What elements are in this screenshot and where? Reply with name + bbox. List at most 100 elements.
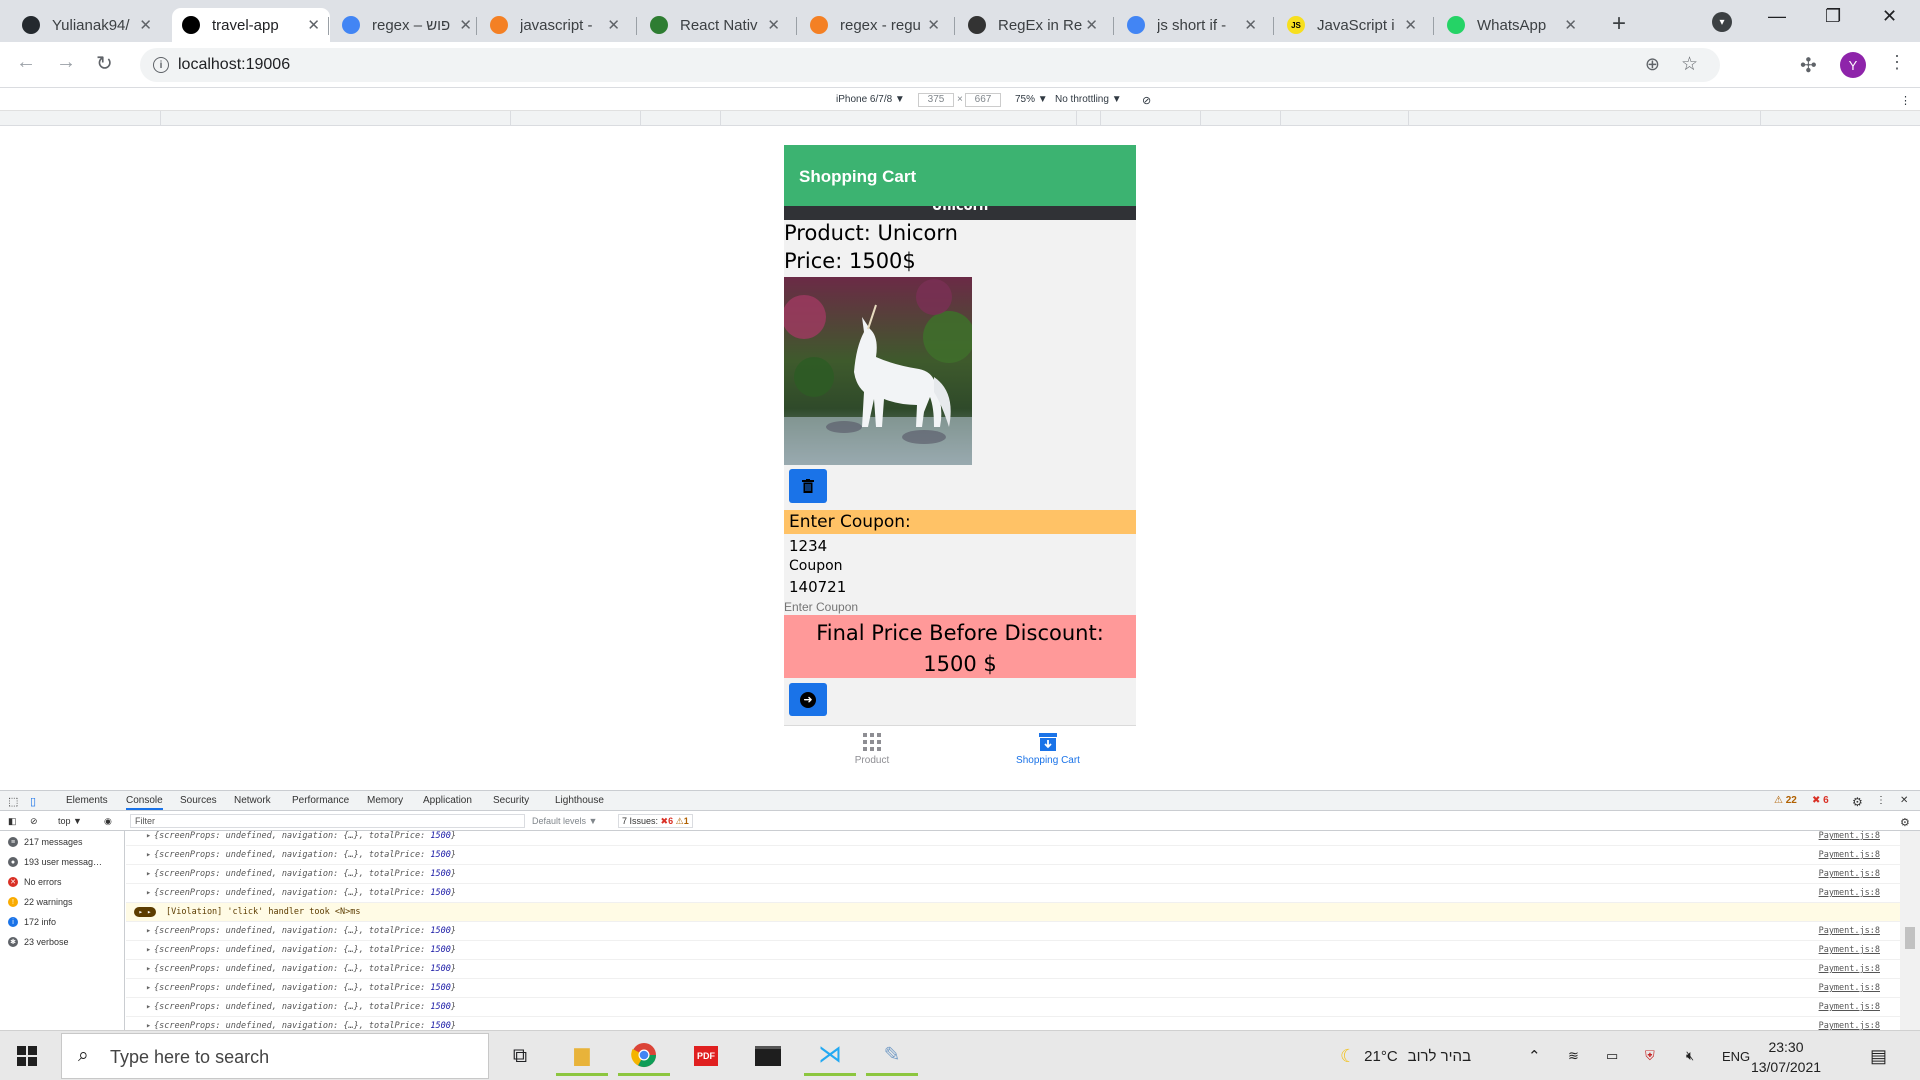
delete-item-button[interactable] <box>789 469 827 503</box>
console-log-row[interactable]: ▸ {screenProps: undefined, navigation: {…… <box>126 941 1900 960</box>
log-source-link[interactable]: Payment.js:8 <box>1819 941 1880 959</box>
console-scrollbar[interactable] <box>1900 831 1920 1031</box>
browser-tab[interactable]: regex - regu ✕ <box>800 8 950 42</box>
forward-arrow-icon[interactable]: → <box>56 51 76 74</box>
errors-badge[interactable]: ✖ 6 <box>1812 795 1829 806</box>
site-info-icon[interactable]: i <box>153 57 169 73</box>
terminal-icon[interactable] <box>742 1036 794 1076</box>
browser-menu-icon[interactable]: ⋮ <box>1888 52 1906 73</box>
warnings-badge[interactable]: ⚠ 22 <box>1774 795 1797 806</box>
console-log-row[interactable]: ▸ {screenProps: undefined, navigation: {…… <box>126 884 1900 903</box>
show-hidden-icons[interactable]: ⌃ <box>1528 1031 1541 1080</box>
close-tab-icon[interactable]: ✕ <box>607 16 620 34</box>
device-toolbar-menu-icon[interactable]: ⋮ <box>1900 94 1911 107</box>
notifications-icon[interactable]: ▤ <box>1870 1031 1887 1080</box>
bookmark-star-icon[interactable]: ☆ <box>1681 53 1698 76</box>
console-log-row[interactable]: ▸ {screenProps: undefined, navigation: {…… <box>126 922 1900 941</box>
console-sidebar-item[interactable]: ≡ 217 messages <box>8 835 83 849</box>
close-tab-icon[interactable]: ✕ <box>927 16 940 34</box>
browser-tab[interactable]: travel-app ✕ <box>172 8 330 42</box>
devtools-tab-console[interactable]: Console <box>126 795 163 810</box>
log-levels-select[interactable]: Default levels ▼ <box>532 816 597 826</box>
maximize-icon[interactable]: ❐ <box>1825 6 1841 27</box>
taskbar-search-box[interactable]: ⌕ Type here to search <box>61 1033 489 1079</box>
issues-button[interactable]: 7 Issues: ✖6 ⚠1 <box>618 814 693 828</box>
network-icon[interactable]: ≋ <box>1568 1031 1579 1080</box>
expand-triangle-icon[interactable]: ▸ <box>146 979 151 997</box>
sidebar-toggle-icon[interactable]: ◧ <box>8 816 17 827</box>
expand-triangle-icon[interactable]: ▸ <box>146 884 151 902</box>
browser-tab[interactable]: React Nativ ✕ <box>640 8 790 42</box>
browser-tab[interactable]: js short if - ✕ <box>1117 8 1267 42</box>
log-source-link[interactable]: Payment.js:8 <box>1819 831 1880 845</box>
close-tab-icon[interactable]: ✕ <box>139 16 152 34</box>
browser-tab[interactable]: RegEx in Re ✕ <box>958 8 1108 42</box>
device-select[interactable]: iPhone 6/7/8 ▼ <box>836 94 905 105</box>
devtools-tab-lighthouse[interactable]: Lighthouse <box>555 795 604 806</box>
console-log-row[interactable]: ▸ {screenProps: undefined, navigation: {…… <box>126 998 1900 1017</box>
back-arrow-icon[interactable]: ← <box>16 51 36 74</box>
close-tab-icon[interactable]: ✕ <box>1244 16 1257 34</box>
close-tab-icon[interactable]: ✕ <box>1404 16 1417 34</box>
file-explorer-icon[interactable]: ▆ <box>556 1036 608 1076</box>
minimize-icon[interactable]: — <box>1768 6 1786 27</box>
expand-triangle-icon[interactable]: ▸ <box>146 998 151 1016</box>
expand-triangle-icon[interactable]: ▸ <box>146 1017 151 1031</box>
devtools-close-icon[interactable]: ✕ <box>1900 795 1908 806</box>
log-source-link[interactable]: Payment.js:8 <box>1819 960 1880 978</box>
browser-tab[interactable]: regex – פוש ✕ <box>332 8 482 42</box>
log-source-link[interactable]: Payment.js:8 <box>1819 922 1880 940</box>
reload-icon[interactable]: ↻ <box>96 51 113 76</box>
close-tab-icon[interactable]: ✕ <box>1564 16 1577 34</box>
expand-triangle-icon[interactable]: ▸ <box>146 865 151 883</box>
expand-triangle-icon[interactable]: ▸ <box>146 960 151 978</box>
tab-search-button[interactable]: ▾ <box>1712 12 1732 32</box>
zoom-icon[interactable]: ⊕ <box>1645 54 1660 75</box>
log-source-link[interactable]: Payment.js:8 <box>1819 998 1880 1016</box>
console-log-row[interactable]: ▸ {screenProps: undefined, navigation: {…… <box>126 960 1900 979</box>
new-tab-button[interactable]: + <box>1612 10 1626 38</box>
console-log-row[interactable]: ▸ {screenProps: undefined, navigation: {…… <box>126 846 1900 865</box>
device-width-input[interactable]: 375 <box>918 93 954 107</box>
console-sidebar-item[interactable]: ● 193 user messag… <box>8 855 102 869</box>
address-bar[interactable]: i localhost:19006 ⊕ ☆ <box>140 48 1720 82</box>
console-settings-icon[interactable]: ⚙ <box>1900 816 1910 829</box>
console-violation-row[interactable]: ▸ ▸ [Violation] 'click' handler took <N>m… <box>126 903 1900 922</box>
pdf-app-icon[interactable]: PDF <box>680 1036 732 1076</box>
expand-triangle-icon[interactable]: ▸ <box>146 831 151 845</box>
devtools-settings-icon[interactable]: ⚙ <box>1852 795 1863 809</box>
console-log-row[interactable]: ▸ {screenProps: undefined, navigation: {…… <box>126 979 1900 998</box>
extensions-puzzle-icon[interactable]: ✣ <box>1800 53 1817 78</box>
context-select[interactable]: top ▼ <box>58 816 82 826</box>
device-height-input[interactable]: 667 <box>965 93 1001 107</box>
console-sidebar-item[interactable]: ! 22 warnings <box>8 895 73 909</box>
tab-shopping-cart[interactable]: Shopping Cart <box>960 726 1136 770</box>
devtools-tab-elements[interactable]: Elements <box>66 795 108 806</box>
inspect-element-icon[interactable]: ⬚ <box>8 795 18 808</box>
url-text[interactable]: localhost:19006 <box>178 56 290 74</box>
browser-tab[interactable]: JS JavaScript i ✕ <box>1277 8 1427 42</box>
system-clock[interactable]: 23:30 13/07/2021 <box>1746 1037 1826 1077</box>
tab-product[interactable]: Product <box>784 726 960 770</box>
throttling-select[interactable]: No throttling ▼ <box>1055 94 1122 105</box>
console-sidebar-item[interactable]: i 172 info <box>8 915 56 929</box>
console-sidebar-item[interactable]: ✕ No errors <box>8 875 62 889</box>
devtools-tab-sources[interactable]: Sources <box>180 795 217 806</box>
log-source-link[interactable]: Payment.js:8 <box>1819 979 1880 997</box>
expand-triangle-icon[interactable]: ▸ <box>146 922 151 940</box>
devtools-tab-performance[interactable]: Performance <box>292 795 349 806</box>
log-source-link[interactable]: Payment.js:8 <box>1819 865 1880 883</box>
battery-icon[interactable]: ▭ <box>1606 1031 1618 1080</box>
weather-widget[interactable]: ☾ 21°C בהיר לרוב <box>1340 1031 1471 1080</box>
close-tab-icon[interactable]: ✕ <box>767 16 780 34</box>
task-view-icon[interactable]: ⧉ <box>494 1036 546 1076</box>
devtools-tab-application[interactable]: Application <box>423 795 472 806</box>
browser-tab[interactable]: Yulianak94/ ✕ <box>12 8 162 42</box>
close-tab-icon[interactable]: ✕ <box>459 16 472 34</box>
browser-tab[interactable]: javascript - ✕ <box>480 8 630 42</box>
console-filter-input[interactable]: Filter <box>130 814 525 828</box>
windows-start-icon[interactable] <box>17 1046 37 1066</box>
close-tab-icon[interactable]: ✕ <box>1085 16 1098 34</box>
console-log-row[interactable]: ▸ {screenProps: undefined, navigation: {…… <box>126 1017 1900 1031</box>
paint-icon[interactable]: ✎ <box>866 1036 918 1076</box>
